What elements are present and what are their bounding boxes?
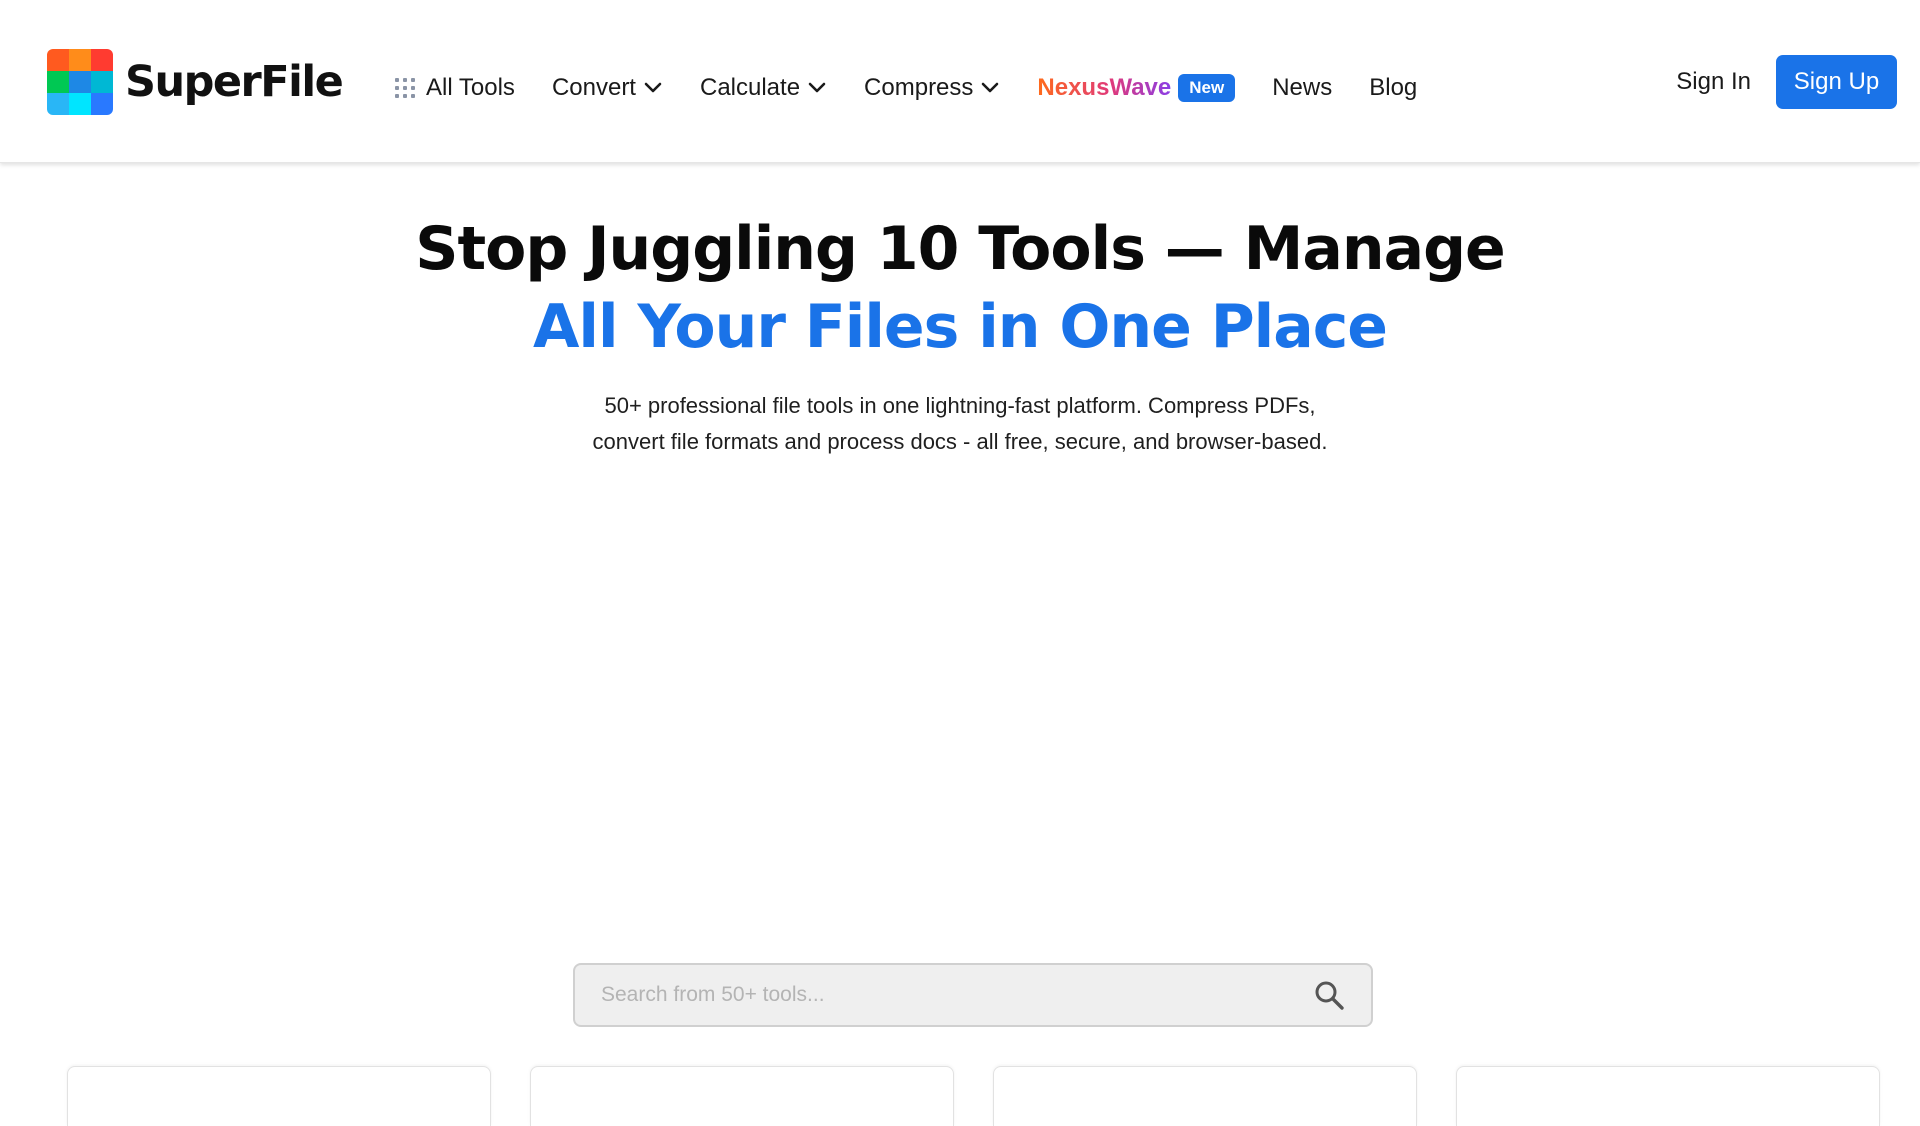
logo-tile (69, 49, 91, 71)
nav-news-label: News (1272, 74, 1333, 101)
hero-subtitle-line2: convert file formats and process docs - … (592, 429, 1328, 454)
nav-calculate[interactable]: Calculate (700, 68, 827, 108)
chevron-down-icon (982, 82, 999, 93)
site-header: SuperFile All Tools Convert Calculate Co… (0, 0, 1920, 163)
logo-tile (91, 71, 113, 93)
logo-link[interactable]: SuperFile (47, 49, 344, 115)
new-badge: New (1178, 74, 1236, 102)
logo-tile (69, 71, 91, 93)
nav-news[interactable]: News (1272, 68, 1332, 108)
hero-subtitle-line1: 50+ professional file tools in one light… (604, 393, 1316, 418)
hero-section: Stop Juggling 10 Tools — Manage All Your… (0, 210, 1920, 460)
brand-name: SuperFile (125, 57, 344, 107)
nav-calculate-label: Calculate (699, 74, 801, 101)
chevron-down-icon (808, 82, 826, 93)
hero-title-line1: Stop Juggling 10 Tools — Manage (415, 214, 1505, 284)
sign-up-button[interactable]: Sign Up (1776, 55, 1897, 109)
sign-in-link[interactable]: Sign In (1676, 68, 1751, 96)
tool-card[interactable] (1456, 1066, 1880, 1126)
tool-search-box (573, 963, 1373, 1027)
nav-convert-label: Convert (551, 74, 636, 101)
chevron-down-icon (644, 82, 662, 93)
logo-tile (47, 93, 69, 115)
nav-nexuswave-label: NexusWave (1037, 74, 1172, 101)
nav-blog[interactable]: Blog (1369, 68, 1417, 108)
nav-compress[interactable]: Compress (864, 68, 1000, 108)
logo-tile (47, 49, 69, 71)
logo-tile (69, 93, 91, 115)
tool-card[interactable] (993, 1066, 1417, 1126)
hero-subtitle: 50+ professional file tools in one light… (550, 388, 1370, 460)
tool-card[interactable] (67, 1066, 491, 1126)
superfile-logo-icon (47, 49, 113, 115)
nav-all-tools[interactable]: All Tools (395, 68, 515, 108)
tool-card[interactable] (530, 1066, 954, 1126)
logo-tile (47, 71, 69, 93)
tool-card-row (67, 1066, 1880, 1126)
hero-title: Stop Juggling 10 Tools — Manage All Your… (0, 210, 1920, 366)
search-input[interactable] (575, 965, 1313, 1025)
search-icon[interactable] (1313, 979, 1345, 1011)
nav-compress-label: Compress (864, 74, 974, 101)
logo-tile (91, 93, 113, 115)
nav-nexuswave[interactable]: NexusWave New (1037, 68, 1236, 108)
auth-actions: Sign In Sign Up (1676, 55, 1897, 109)
nav-all-tools-label: All Tools (426, 74, 515, 101)
nav-convert[interactable]: Convert (552, 68, 663, 108)
hero-title-line2: All Your Files in One Place (533, 292, 1388, 362)
grid-icon (395, 78, 415, 98)
main-nav: All Tools Convert Calculate Compress Nex… (395, 68, 1417, 108)
nav-blog-label: Blog (1369, 74, 1418, 101)
logo-tile (91, 49, 113, 71)
